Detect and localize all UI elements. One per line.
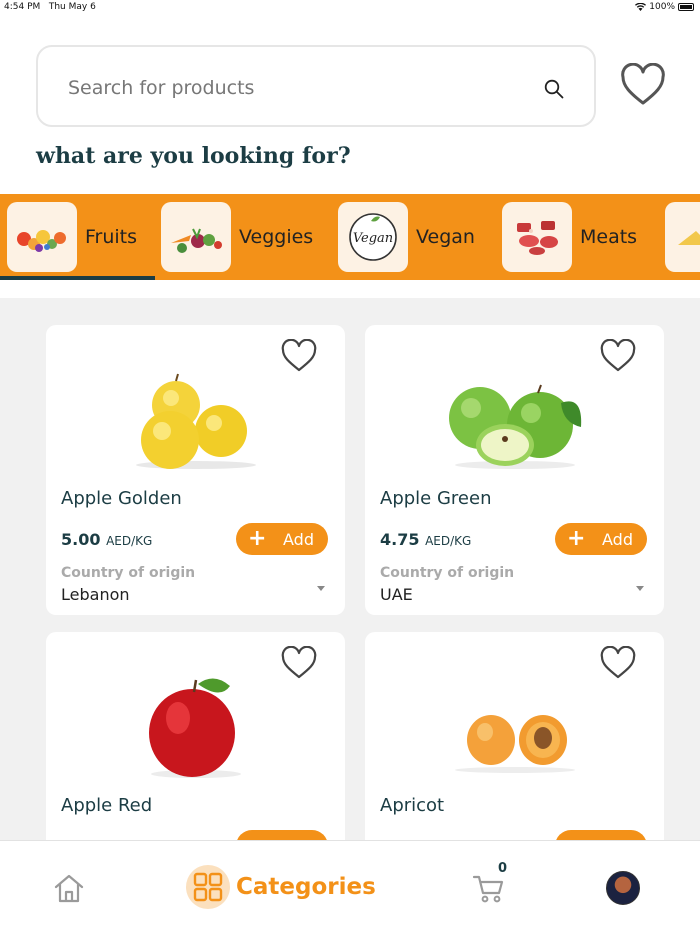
price-unit: AED/KG — [425, 534, 472, 548]
plus-icon: + — [248, 526, 267, 551]
add-to-cart-button[interactable]: + Add — [236, 523, 328, 555]
meats-icon — [502, 202, 572, 272]
origin-select[interactable]: Lebanon — [61, 585, 130, 604]
battery-icon — [678, 3, 694, 11]
veggies-icon — [161, 202, 231, 272]
product-grid: Apple Golden 5.00 AED/KG + Add Country of… — [0, 298, 700, 842]
category-meats[interactable]: Meats — [502, 202, 637, 272]
origin-select[interactable]: UAE — [380, 585, 413, 604]
apricot-image — [455, 715, 575, 773]
green-apple-image — [449, 384, 582, 469]
page-heading: what are you looking for? — [36, 143, 351, 169]
cart-icon[interactable] — [472, 871, 506, 905]
category-label: Fruits — [85, 226, 138, 248]
status-date: Thu May 6 — [48, 2, 96, 12]
chevron-down-icon[interactable] — [636, 586, 644, 591]
category-vegan[interactable]: Vegan Vegan — [338, 202, 475, 272]
product-card[interactable]: Apricot — [365, 632, 664, 842]
search-placeholder: Search for products — [68, 77, 255, 99]
vegan-icon: Vegan — [338, 202, 408, 272]
price-value: 4.75 — [380, 530, 420, 549]
category-next-partial[interactable] — [665, 202, 700, 272]
home-icon[interactable] — [52, 871, 86, 905]
status-right: 100% — [635, 2, 694, 12]
product-price: 5.00 AED/KG — [61, 530, 152, 549]
add-label: Add — [283, 529, 314, 549]
category-bar: Fruits Veggies Vegan Vegan Meats — [0, 194, 700, 280]
cart-count-badge: 0 — [498, 861, 508, 876]
product-name: Apple Green — [380, 488, 492, 509]
category-label: Vegan — [416, 226, 475, 248]
origin-label: Country of origin — [61, 565, 196, 581]
product-card[interactable]: Apple Red — [46, 632, 345, 842]
product-name: Apple Golden — [61, 488, 182, 509]
product-name: Apple Red — [61, 795, 153, 816]
selected-category-indicator — [0, 276, 155, 280]
search-icon[interactable] — [544, 79, 564, 99]
add-label: Add — [602, 529, 633, 549]
category-label: Meats — [580, 226, 638, 248]
price-value: 5.00 — [61, 530, 101, 549]
product-price: 4.75 AED/KG — [380, 530, 471, 549]
nav-categories-label: Categories — [236, 874, 376, 900]
fruits-icon — [7, 202, 77, 272]
category-fruits[interactable]: Fruits — [7, 202, 137, 272]
status-time-date: 4:54 PM Thu May 6 — [4, 2, 96, 12]
wifi-icon — [635, 3, 647, 11]
avatar[interactable] — [606, 871, 640, 905]
category-veggies[interactable]: Veggies — [161, 202, 313, 272]
grid-icon — [186, 865, 230, 909]
plus-icon: + — [567, 526, 586, 551]
add-to-cart-button[interactable]: + Add — [555, 523, 647, 555]
chevron-down-icon[interactable] — [317, 586, 325, 591]
vegan-badge-text: Vegan — [353, 231, 393, 246]
nav-categories[interactable]: Categories — [186, 865, 376, 909]
battery-percent: 100% — [649, 2, 675, 12]
status-bar: 4:54 PM Thu May 6 100% — [0, 0, 700, 14]
product-card[interactable]: Apple Green 4.75 AED/KG + Add Country of … — [365, 325, 664, 615]
golden-apple-image — [136, 373, 256, 469]
origin-label: Country of origin — [380, 565, 515, 581]
status-time: 4:54 PM — [4, 2, 41, 12]
product-card[interactable]: Apple Golden 5.00 AED/KG + Add Country of… — [46, 325, 345, 615]
favorites-heart-icon[interactable] — [620, 63, 666, 109]
cheese-icon — [665, 202, 700, 272]
product-name: Apricot — [380, 795, 445, 816]
price-unit: AED/KG — [106, 534, 153, 548]
category-label: Veggies — [239, 226, 314, 248]
red-apple-image — [149, 678, 241, 778]
search-input[interactable]: Search for products — [36, 45, 596, 127]
bottom-navigation: Categories 0 — [0, 840, 700, 934]
